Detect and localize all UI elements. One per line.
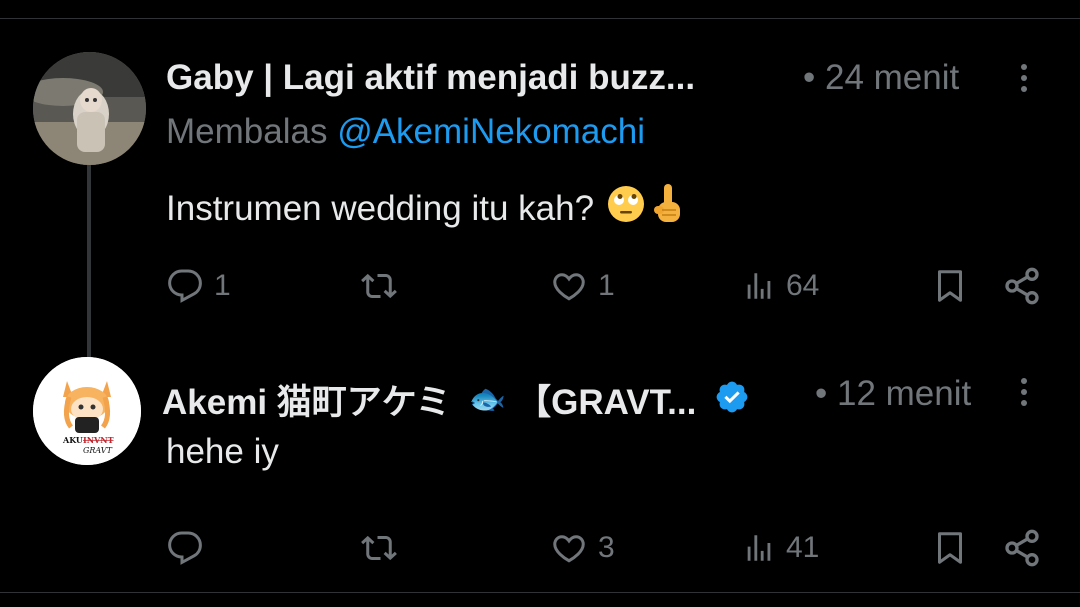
avatar-photo-icon [33, 52, 146, 165]
reply-icon [168, 269, 202, 303]
share-icon [1005, 529, 1039, 567]
tweet-time-wrap: • 24 menit [803, 58, 959, 98]
more-icon[interactable] [1020, 378, 1028, 411]
retweet-button[interactable] [358, 530, 410, 566]
bookmark-icon [938, 270, 962, 302]
views-button[interactable]: 41 [742, 530, 819, 566]
retweet-button[interactable] [358, 268, 410, 304]
tweet-text-wrap: hehe iy [166, 432, 279, 472]
avatar-akemi[interactable]: AKU INVNT GRAVT [33, 357, 141, 465]
tweet-time[interactable]: • 24 menit [803, 58, 959, 98]
reply-handle-link[interactable]: @AkemiNekomachi [337, 112, 645, 151]
display-name-suffix[interactable]: 【GRAVT... [516, 374, 696, 425]
tweet-time[interactable]: • 12 menit [815, 374, 971, 414]
avatar-gaby[interactable] [33, 52, 146, 165]
bookmark-button[interactable] [932, 266, 968, 306]
retweet-icon [361, 535, 397, 561]
like-button[interactable]: 1 [550, 268, 615, 304]
bookmark-icon [938, 532, 962, 564]
thread-connector-line [87, 165, 91, 357]
divider-bottom [0, 592, 1080, 593]
divider-top [0, 18, 1080, 19]
bookmark-button[interactable] [932, 528, 968, 568]
view-count: 41 [786, 531, 820, 564]
more-icon[interactable] [1020, 64, 1028, 97]
retweet-icon [361, 273, 397, 299]
replying-to: Membalas @AkemiNekomachi [166, 112, 645, 152]
reply-button[interactable] [166, 530, 214, 566]
avatar-text-invnt: INVNT [83, 435, 114, 445]
display-name[interactable]: Gaby | Lagi aktif menjadi buzz... [166, 58, 695, 98]
tweet-text: Instrumen wedding itu kah? [166, 188, 595, 228]
pointing-up-emoji-icon [650, 182, 686, 235]
reply-button[interactable]: 1 [166, 268, 231, 304]
reply-icon [168, 531, 202, 565]
share-icon [1005, 267, 1039, 305]
like-icon [553, 535, 585, 563]
reply-prefix: Membalas [166, 112, 328, 151]
share-button[interactable] [1002, 266, 1042, 306]
fish-emoji-icon: 🐟 [468, 383, 507, 416]
avatar-cat-character-icon: AKU INVNT GRAVT [33, 357, 141, 465]
tweet-header: Gaby | Lagi aktif menjadi buzz... [166, 58, 695, 98]
thread-view: Gaby | Lagi aktif menjadi buzz... • 24 m… [0, 0, 1080, 607]
like-count: 3 [598, 531, 615, 564]
tweet-header: Akemi 猫町アケミ 🐟 【GRAVT... [162, 374, 750, 425]
reply-count: 1 [214, 269, 231, 302]
verified-badge-icon [714, 379, 750, 420]
like-button[interactable]: 3 [550, 530, 615, 566]
display-name[interactable]: Akemi 猫町アケミ [162, 374, 451, 425]
avatar-text-aku: AKU [62, 435, 83, 445]
view-count: 64 [786, 269, 820, 302]
like-icon [553, 273, 585, 301]
avatar-text-gravt: GRAVT [83, 446, 113, 455]
tweet-time-wrap: • 12 menit [815, 374, 971, 414]
tweet-text-wrap: Instrumen wedding itu kah? [166, 182, 686, 235]
views-button[interactable]: 64 [742, 268, 819, 304]
rolling-eyes-emoji-icon [606, 184, 646, 233]
tweet-text: hehe iy [166, 432, 279, 471]
share-button[interactable] [1002, 528, 1042, 568]
like-count: 1 [598, 269, 615, 302]
views-icon [747, 273, 771, 299]
views-icon [747, 535, 771, 561]
